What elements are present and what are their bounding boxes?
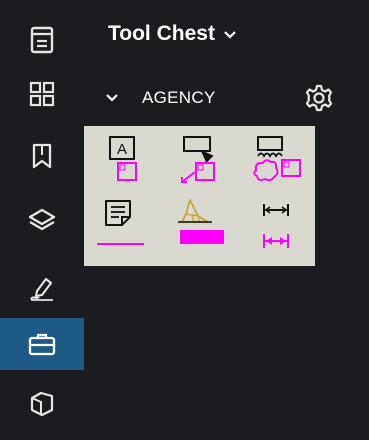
rail-item-signatures[interactable]: [0, 262, 84, 314]
grid-icon: [29, 81, 55, 107]
tool-note[interactable]: [94, 196, 164, 262]
rail-item-layers[interactable]: [0, 194, 84, 246]
tool-cloud-callout[interactable]: [242, 132, 312, 198]
document-icon: [29, 26, 55, 54]
tool-dimension[interactable]: [242, 196, 312, 262]
signature-icon: [28, 275, 56, 301]
chevron-down-icon[interactable]: [102, 88, 122, 108]
tool-highlighter[interactable]: [168, 196, 238, 262]
rail-item-document[interactable]: [0, 14, 84, 66]
bookmark-icon: [30, 143, 54, 169]
gear-icon[interactable]: [304, 83, 334, 113]
tool-callout[interactable]: [168, 132, 238, 198]
chevron-down-icon: [223, 22, 237, 46]
rail-item-thumbnails[interactable]: [0, 68, 84, 120]
page-title: Tool Chest: [108, 22, 215, 45]
side-rail: [0, 0, 84, 440]
rail-item-bookmarks[interactable]: [0, 130, 84, 182]
tool-group-label[interactable]: AGENCY: [142, 88, 216, 108]
app-window: Tool Chest AGENCY A: [0, 0, 369, 440]
measure-area-icon: [28, 390, 56, 418]
toolbox-icon: [27, 331, 57, 357]
rail-item-tool-chest[interactable]: [0, 318, 84, 370]
tool-grid: A: [84, 126, 315, 266]
rail-item-measurements[interactable]: [0, 378, 84, 430]
tool-chest-panel: Tool Chest AGENCY A: [84, 0, 369, 440]
text-box-letter: A: [117, 141, 127, 158]
tool-text-box[interactable]: A: [94, 132, 164, 198]
tool-group-header: AGENCY: [102, 80, 352, 116]
layers-icon: [28, 207, 56, 233]
tool-chest-title-dropdown[interactable]: Tool Chest: [108, 22, 237, 46]
